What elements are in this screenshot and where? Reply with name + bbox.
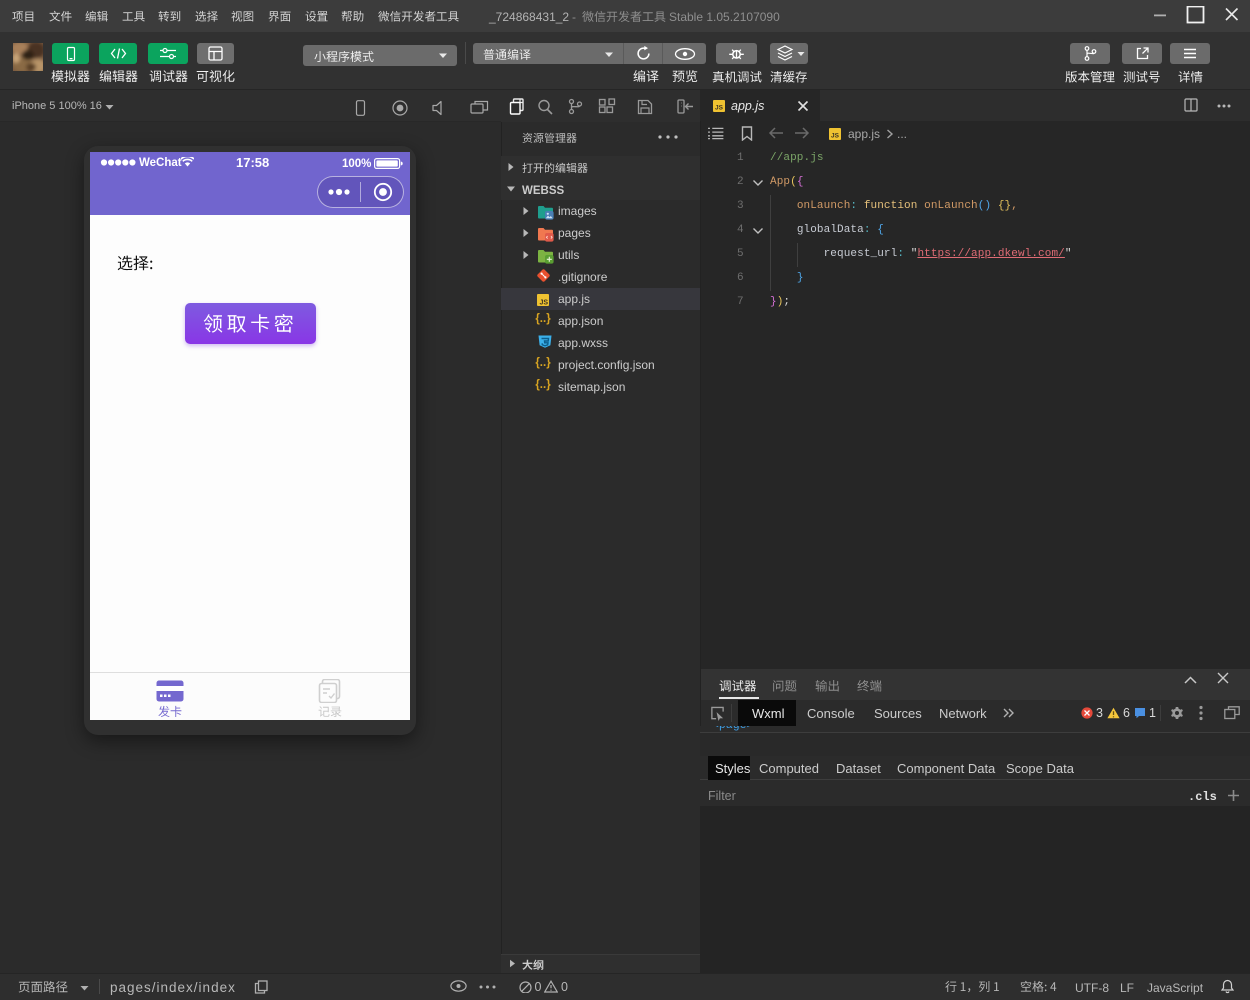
svg-text:JS: JS (831, 133, 840, 140)
svg-text:{..}: {..} (535, 379, 551, 391)
svg-text:{..}: {..} (535, 357, 551, 369)
svg-text:JS: JS (539, 300, 548, 307)
svg-text:JS: JS (715, 105, 724, 112)
svg-text:{..}: {..} (535, 313, 551, 325)
